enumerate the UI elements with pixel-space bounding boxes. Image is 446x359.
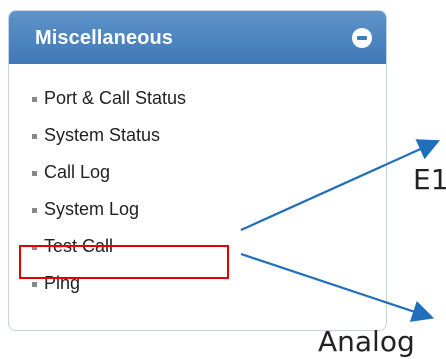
menu-list: Port & Call Status System Status Call Lo…	[9, 64, 386, 302]
menu-item-system-status[interactable]: System Status	[9, 117, 386, 154]
annotation-e1: E1	[413, 163, 446, 196]
menu-item-label: Call Log	[44, 162, 111, 182]
menu-item-system-log[interactable]: System Log	[9, 191, 386, 228]
annotation-analog: Analog	[318, 325, 415, 358]
collapse-button[interactable]	[352, 28, 372, 48]
miscellaneous-panel: Miscellaneous Port & Call Status System …	[8, 10, 387, 331]
menu-item-label: System Log	[44, 199, 140, 219]
menu-item-label: System Status	[44, 125, 161, 145]
panel-header: Miscellaneous	[9, 11, 386, 64]
menu-item-label: Port & Call Status	[44, 88, 187, 108]
menu-item-label: Test Call	[44, 236, 114, 256]
menu-item-test-call[interactable]: Test Call	[9, 228, 386, 265]
menu-item-label: Ping	[44, 273, 81, 293]
panel-title: Miscellaneous	[35, 27, 174, 49]
menu-item-call-log[interactable]: Call Log	[9, 154, 386, 191]
menu-item-port-call-status[interactable]: Port & Call Status	[9, 80, 386, 117]
menu-item-ping[interactable]: Ping	[9, 265, 386, 302]
